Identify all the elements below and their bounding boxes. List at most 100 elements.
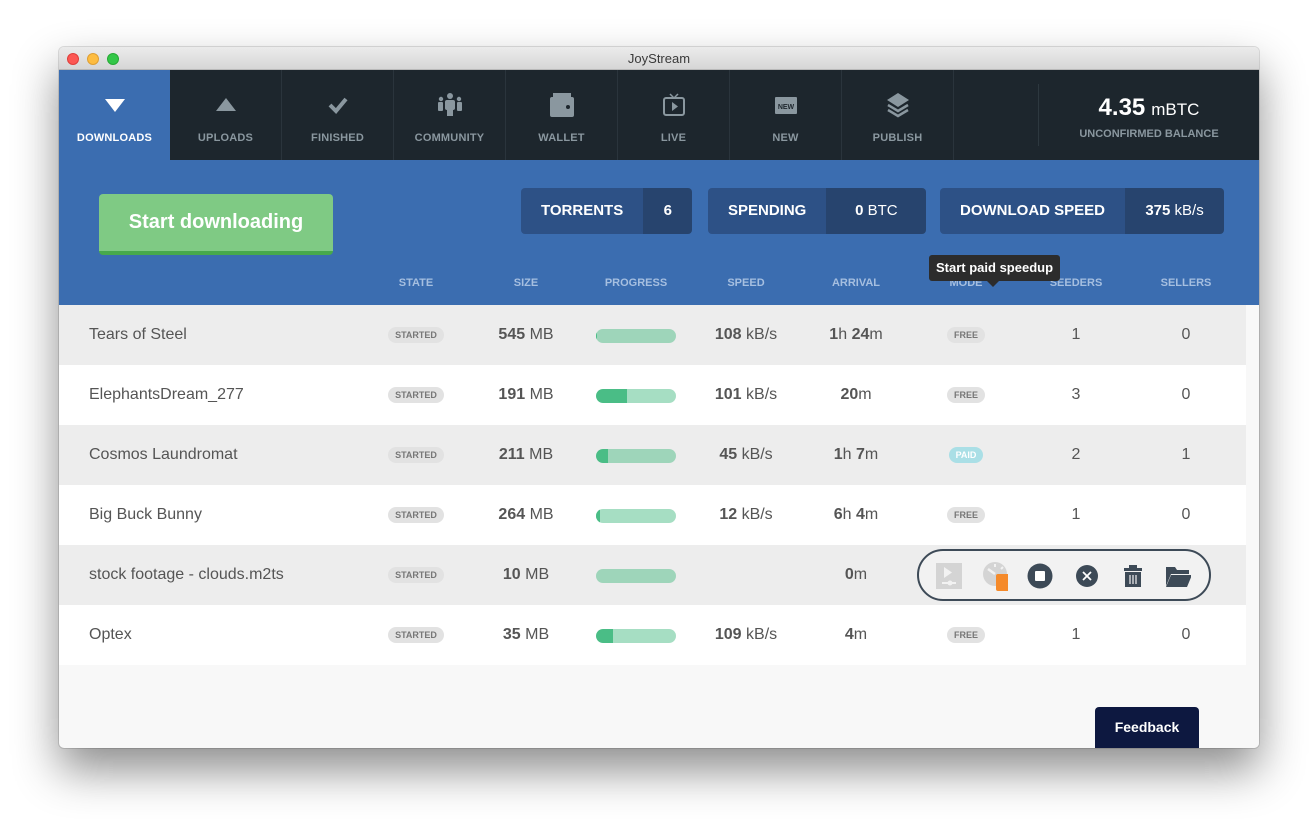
nav-item-finished[interactable]: FINISHED: [282, 70, 394, 160]
balance-unit: mBTC: [1151, 100, 1200, 119]
column-header-sellers[interactable]: SELLERS: [1131, 277, 1241, 289]
spending-stat-label: SPENDING: [708, 188, 827, 234]
column-header-arrival[interactable]: ARRIVAL: [801, 277, 911, 289]
mode-badge: FREE: [946, 506, 985, 523]
torrent-row[interactable]: Optex STARTED 35 MB 109 kB/s 4m FREE 1 0: [59, 605, 1246, 665]
torrents-stat-value: 6: [663, 202, 672, 219]
remove-button[interactable]: [1074, 563, 1100, 589]
close-window-button[interactable]: [67, 53, 79, 65]
nav-item-uploads[interactable]: UPLOADS: [170, 70, 282, 160]
seeders-count: 1: [1071, 626, 1081, 643]
torrent-arrival: 4m: [844, 626, 868, 643]
progress-bar: [596, 629, 676, 643]
sellers-count: 0: [1181, 506, 1191, 523]
play-media-button[interactable]: [936, 563, 962, 589]
nav-item-publish[interactable]: PUBLISH: [842, 70, 954, 160]
row-action-bar: [917, 549, 1211, 601]
download-speed-stat-unit: kB/s: [1174, 202, 1204, 219]
state-badge: STARTED: [388, 506, 444, 523]
column-header-progress[interactable]: PROGRESS: [581, 277, 691, 289]
nav-label: DOWNLOADS: [76, 132, 153, 144]
spending-stat: SPENDING 0 BTC: [708, 188, 927, 234]
balance-label: UNCONFIRMED BALANCE: [1079, 128, 1219, 140]
downloads-header: Start downloading TORRENTS 6 SPENDING 0 …: [59, 160, 1259, 305]
column-header-state[interactable]: STATE: [361, 277, 471, 289]
torrent-row[interactable]: Cosmos Laundromat STARTED 211 MB 45 kB/s…: [59, 425, 1246, 485]
main-nav: DOWNLOADS UPLOADS FINISHED COMMUNITY WAL…: [59, 70, 1259, 160]
nav-item-new[interactable]: NEW NEW: [730, 70, 842, 160]
progress-fill: [596, 389, 628, 403]
scrollbar[interactable]: [1246, 305, 1259, 748]
open-folder-button[interactable]: [1165, 563, 1191, 589]
torrent-arrival: 20m: [840, 386, 872, 403]
seeders-count: 1: [1071, 506, 1081, 523]
nav-label: FINISHED: [311, 132, 364, 144]
torrent-name: ElephantsDream_277: [89, 386, 244, 403]
progress-fill: [596, 629, 613, 643]
progress-fill: [596, 449, 608, 463]
minimize-window-button[interactable]: [87, 53, 99, 65]
folder-open-icon: [1166, 567, 1191, 587]
torrent-size: 211 MB: [498, 446, 554, 463]
torrent-size: 10 MB: [502, 566, 550, 583]
spending-stat-value: 0: [855, 202, 864, 219]
torrent-name: Big Buck Bunny: [89, 506, 202, 523]
torrent-speed: 12 kB/s: [719, 506, 773, 523]
torrent-speed: 101 kB/s: [714, 386, 778, 403]
mode-badge: FREE: [946, 386, 985, 403]
triangle-down-icon: [104, 90, 126, 120]
nav-item-live[interactable]: LIVE: [618, 70, 730, 160]
torrent-row[interactable]: stock footage - clouds.m2ts STARTED 10 M…: [59, 545, 1246, 605]
state-badge: STARTED: [388, 566, 444, 583]
stop-button[interactable]: [1027, 563, 1053, 589]
window-title: JoyStream: [627, 51, 691, 66]
speedup-tooltip: Start paid speedup: [929, 255, 1061, 287]
torrent-name: stock footage - clouds.m2ts: [89, 566, 284, 583]
speedometer-icon: [983, 562, 1008, 591]
torrent-row[interactable]: Big Buck Bunny STARTED 264 MB 12 kB/s 6h…: [59, 485, 1246, 545]
torrent-row[interactable]: Tears of Steel STARTED 545 MB 108 kB/s 1…: [59, 305, 1246, 365]
download-speed-stat-value: 375: [1145, 202, 1171, 219]
torrent-size: 35 MB: [502, 626, 550, 643]
community-icon: [437, 90, 463, 120]
play-media-icon: [936, 563, 962, 589]
torrent-name: Tears of Steel: [89, 326, 187, 343]
torrent-arrival: 1h 24m: [829, 326, 883, 343]
svg-text:NEW: NEW: [777, 104, 794, 111]
torrents-stat-label: TORRENTS: [521, 188, 644, 234]
torrent-speed: 45 kB/s: [719, 446, 773, 463]
stop-icon: [1027, 563, 1053, 589]
torrent-size: 264 MB: [498, 506, 554, 523]
paid-speedup-button[interactable]: [982, 562, 1008, 591]
torrent-size: 191 MB: [498, 386, 554, 403]
maximize-window-button[interactable]: [107, 53, 119, 65]
sellers-count: 0: [1181, 386, 1191, 403]
nav-item-community[interactable]: COMMUNITY: [394, 70, 506, 160]
state-badge: STARTED: [388, 446, 444, 463]
column-header-size[interactable]: SIZE: [471, 277, 581, 289]
checkmark-icon: [327, 90, 349, 120]
mode-badge: FREE: [946, 326, 985, 343]
state-badge: STARTED: [388, 626, 444, 643]
start-downloading-button[interactable]: Start downloading: [99, 194, 333, 255]
nav-item-wallet[interactable]: WALLET: [506, 70, 618, 160]
sellers-count: 1: [1181, 446, 1191, 463]
torrent-name: Cosmos Laundromat: [89, 446, 238, 463]
nav-label: UPLOADS: [197, 132, 254, 144]
progress-fill: [596, 509, 600, 523]
progress-bar: [596, 449, 676, 463]
nav-item-downloads[interactable]: DOWNLOADS: [59, 70, 170, 160]
progress-bar: [596, 509, 676, 523]
window-controls: [67, 53, 119, 65]
title-bar: JoyStream: [59, 47, 1259, 70]
feedback-button[interactable]: Feedback: [1095, 707, 1199, 748]
sellers-count: 0: [1181, 326, 1191, 343]
nav-label: WALLET: [538, 132, 585, 144]
progress-bar: [596, 329, 676, 343]
torrent-row[interactable]: ElephantsDream_277 STARTED 191 MB 101 kB…: [59, 365, 1246, 425]
torrent-arrival: 6h 4m: [833, 506, 879, 523]
column-header-speed[interactable]: SPEED: [691, 277, 801, 289]
tv-icon: [662, 90, 686, 120]
nav-label: LIVE: [660, 132, 687, 144]
delete-button[interactable]: [1120, 563, 1146, 589]
